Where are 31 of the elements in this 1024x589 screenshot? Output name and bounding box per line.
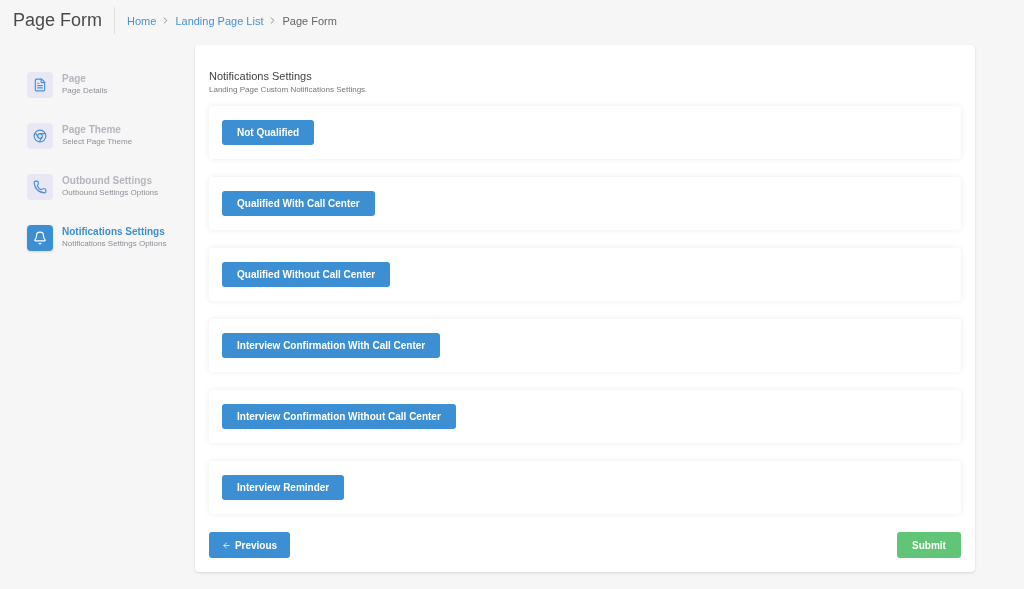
submit-button[interactable]: Submit xyxy=(897,532,961,558)
step-item[interactable]: Outbound Settings Outbound Settings Options xyxy=(27,173,195,200)
aperture-icon xyxy=(33,128,47,143)
notification-button[interactable]: Interview Confirmation With Call Center xyxy=(222,333,441,358)
step-subtitle: Outbound Settings Options xyxy=(62,186,159,199)
notification-button[interactable]: Interview Reminder xyxy=(222,475,345,500)
panel-title: Notifications Settings xyxy=(209,68,313,84)
breadcrumb-link[interactable]: Landing Page List xyxy=(175,12,264,29)
arrow-left-icon xyxy=(221,540,231,550)
step-item[interactable]: Page Page Details xyxy=(27,71,195,98)
document-icon xyxy=(33,77,47,92)
notification-button[interactable]: Interview Confirmation Without Call Center xyxy=(222,404,456,429)
step-item[interactable]: Page Theme Select Page Theme xyxy=(27,122,195,149)
step-item[interactable]: Notifications Settings Notifications Settings Options xyxy=(27,224,195,251)
notification-button[interactable]: Not Qualified xyxy=(222,120,315,145)
bell-icon xyxy=(33,230,47,245)
breadcrumb-current: Page Form xyxy=(282,13,337,29)
previous-button[interactable]: Previous xyxy=(209,532,290,558)
step-title: Page xyxy=(62,72,87,85)
breadcrumb-link[interactable]: Home xyxy=(127,12,157,29)
step-title: Page Theme xyxy=(62,123,122,136)
step-subtitle: Page Details xyxy=(62,84,108,97)
step-subtitle: Select Page Theme xyxy=(62,135,133,148)
step-title: Notifications Settings xyxy=(62,225,166,238)
step-title: Outbound Settings xyxy=(62,174,153,187)
panel-subtitle: Landing Page Custom Notifications Settings. xyxy=(209,84,369,96)
phone-icon xyxy=(33,179,47,194)
page-title: Page Form xyxy=(13,7,116,35)
notification-button[interactable]: Qualified Without Call Center xyxy=(222,262,391,287)
notification-button[interactable]: Qualified With Call Center xyxy=(222,191,375,216)
step-subtitle: Notifications Settings Options xyxy=(62,237,167,250)
